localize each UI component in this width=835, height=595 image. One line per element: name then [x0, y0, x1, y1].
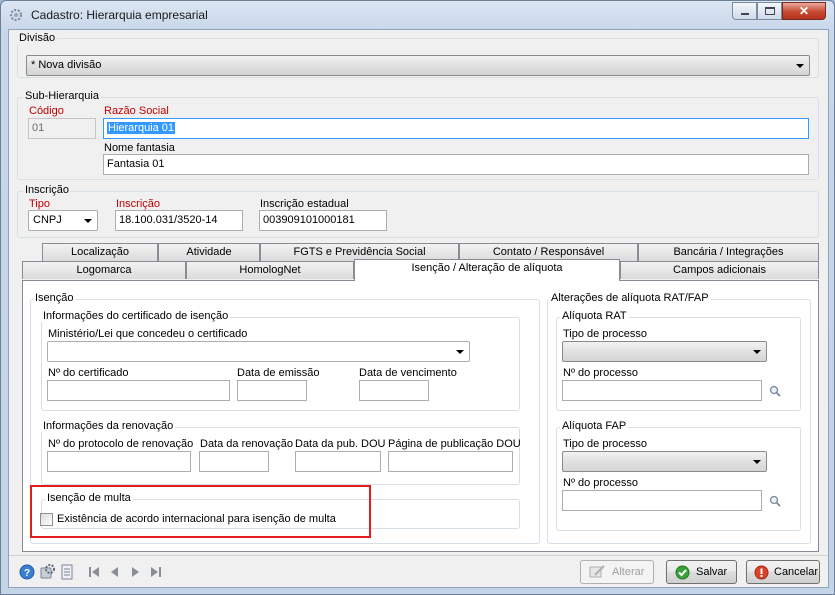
rat-tipo-processo-select[interactable] — [562, 341, 767, 362]
tab-bancaria-integracoes[interactable]: Bancária / Integrações — [638, 243, 819, 261]
rat-tipo-processo-label: Tipo de processo — [563, 328, 647, 340]
first-record-icon[interactable] — [86, 564, 102, 580]
razao-social-value: Hierarquia 01 — [107, 122, 176, 134]
tab-campos-adicionais[interactable]: Campos adicionais — [620, 261, 819, 279]
sub-hierarquia-group-label: Sub-Hierarquia — [23, 90, 101, 102]
numero-certificado-label: Nº do certificado — [48, 367, 129, 379]
rat-numero-processo-field[interactable] — [562, 380, 762, 401]
tipo-label: Tipo — [29, 198, 50, 210]
nome-fantasia-value: Fantasia 01 — [107, 158, 165, 170]
inscricao-label: Inscrição — [116, 198, 161, 210]
rat-numero-processo-label: Nº do processo — [563, 367, 638, 379]
tipo-select[interactable]: CNPJ — [28, 210, 98, 231]
data-emissao-label: Data de emissão — [237, 367, 320, 379]
report-icon[interactable] — [59, 564, 75, 580]
codigo-label: Código — [29, 105, 64, 117]
fap-group-label: Alíquota FAP — [560, 420, 629, 432]
pagina-dou-label: Página de publicação DOU — [388, 438, 521, 450]
alterar-label: Alterar — [612, 566, 645, 578]
close-button[interactable]: ✕ — [782, 2, 826, 20]
codigo-field[interactable]: 01 — [28, 118, 96, 139]
inscricao-estadual-value: 003909101000181 — [263, 214, 355, 226]
edit-icon — [589, 565, 605, 578]
fap-numero-processo-label: Nº do processo — [563, 477, 638, 489]
tab-localizacao[interactable]: Localização — [42, 243, 158, 261]
check-icon — [675, 565, 690, 580]
data-vencimento-label: Data de vencimento — [359, 367, 457, 379]
alterar-button[interactable]: Alterar — [580, 560, 654, 584]
last-record-icon[interactable] — [148, 564, 164, 580]
isencao-group-label: Isenção — [33, 292, 76, 304]
protocolo-field[interactable] — [47, 451, 191, 472]
tab-isencao-aliquota[interactable]: Isenção / Alteração de alíquota — [354, 259, 620, 281]
close-icon: ✕ — [798, 4, 810, 18]
previous-record-icon[interactable] — [106, 564, 122, 580]
numero-certificado-field[interactable] — [47, 380, 230, 401]
pagina-dou-field[interactable] — [388, 451, 513, 472]
app-gear-icon — [9, 8, 23, 22]
data-emissao-field[interactable] — [237, 380, 307, 401]
tab-page-isencao: Isenção Informações do certificado de is… — [22, 280, 819, 552]
cancel-icon — [754, 565, 769, 580]
main-window: Cadastro: Hierarquia empresarial ✕ Divis… — [0, 0, 835, 595]
fap-search-icon[interactable] — [769, 495, 781, 507]
rat-group-label: Alíquota RAT — [560, 310, 629, 322]
inscricao-field[interactable]: 18.100.031/3520-14 — [115, 210, 243, 231]
title-bar[interactable]: Cadastro: Hierarquia empresarial ✕ — [1, 1, 834, 29]
fap-tipo-processo-select[interactable] — [562, 451, 767, 472]
data-renovacao-field[interactable] — [199, 451, 269, 472]
data-vencimento-field[interactable] — [359, 380, 429, 401]
nome-fantasia-label: Nome fantasia — [104, 142, 175, 154]
salvar-button[interactable]: Salvar — [666, 560, 737, 584]
cancelar-label: Cancelar — [774, 566, 819, 578]
razao-social-field[interactable]: Hierarquia 01 — [103, 118, 809, 139]
maximize-button[interactable] — [757, 2, 782, 20]
cancelar-button[interactable]: Cancelar — [746, 560, 820, 584]
divisao-select-value: * Nova divisão — [31, 59, 102, 71]
chevron-down-icon — [753, 460, 761, 464]
highlight-box — [30, 485, 371, 538]
razao-social-label: Razão Social — [104, 105, 169, 117]
tab-logomarca[interactable]: Logomarca — [22, 261, 186, 279]
certificado-group-label: Informações do certificado de isenção — [41, 310, 231, 322]
window-title: Cadastro: Hierarquia empresarial — [31, 8, 208, 22]
data-pub-dou-field[interactable] — [295, 451, 381, 472]
salvar-label: Salvar — [696, 566, 728, 578]
inscricao-group-label: Inscrição — [23, 184, 72, 196]
tab-homolognet[interactable]: HomologNet — [186, 261, 354, 279]
data-renovacao-label: Data da renovação — [200, 438, 293, 450]
next-record-icon[interactable] — [128, 564, 144, 580]
tools-icon[interactable] — [39, 564, 55, 580]
inscricao-value: 18.100.031/3520-14 — [119, 214, 218, 226]
svg-text:?: ? — [24, 568, 30, 579]
fap-tipo-processo-label: Tipo de processo — [563, 438, 647, 450]
tab-atividade[interactable]: Atividade — [158, 243, 260, 261]
inscricao-estadual-field[interactable]: 003909101000181 — [259, 210, 387, 231]
help-icon[interactable]: ? — [19, 564, 35, 580]
aliquota-group-label: Alterações de alíquota RAT/FAP — [549, 292, 711, 304]
rat-search-icon[interactable] — [769, 385, 781, 397]
divisao-select[interactable]: * Nova divisão — [26, 55, 810, 76]
divisao-group-label: Divisão — [17, 32, 58, 44]
ministerio-label: Ministério/Lei que concedeu o certificad… — [48, 328, 248, 340]
chevron-down-icon — [84, 219, 92, 223]
bottom-separator — [9, 555, 828, 556]
chevron-down-icon — [796, 64, 804, 68]
inscricao-estadual-label: Inscrição estadual — [260, 198, 349, 210]
renovacao-group-label: Informações da renovação — [41, 420, 176, 432]
codigo-value: 01 — [32, 122, 45, 134]
minimize-button[interactable] — [732, 2, 757, 20]
minimize-icon — [741, 13, 749, 15]
chevron-down-icon — [456, 350, 464, 354]
chevron-down-icon — [753, 350, 761, 354]
tipo-value: CNPJ — [33, 214, 62, 226]
nome-fantasia-field[interactable]: Fantasia 01 — [103, 154, 809, 175]
data-pub-dou-label: Data da pub. DOU — [295, 438, 386, 450]
ministerio-select[interactable] — [47, 341, 470, 362]
protocolo-label: Nº do protocolo de renovação — [48, 438, 194, 450]
form-body: Divisão * Nova divisão Sub-Hierarquia Có… — [8, 29, 829, 588]
maximize-icon — [765, 7, 775, 15]
fap-numero-processo-field[interactable] — [562, 490, 762, 511]
